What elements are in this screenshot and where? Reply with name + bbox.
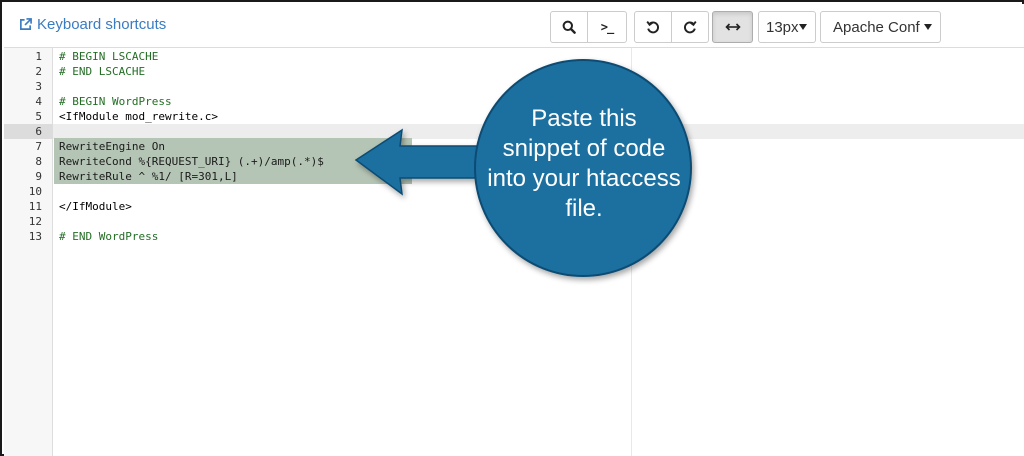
font-size-select[interactable]: 13px xyxy=(758,11,816,43)
code-line: RewriteCond %{REQUEST_URI} (.+)/amp(.*)$ xyxy=(59,155,324,168)
line-number: 8 xyxy=(35,155,42,168)
undo-button[interactable] xyxy=(634,11,672,43)
external-link-icon xyxy=(20,18,32,30)
horizontal-arrows-icon xyxy=(724,23,741,31)
redo-button[interactable] xyxy=(671,11,709,43)
code-line: # END WordPress xyxy=(59,230,159,243)
chevron-down-icon xyxy=(924,24,932,30)
language-mode-select[interactable]: Apache Conf xyxy=(820,11,941,43)
code-line: RewriteEngine On xyxy=(59,140,165,153)
editor-window: Keyboard shortcuts >_ 13px Apache Conf 1… xyxy=(0,0,1024,456)
undo-icon xyxy=(646,21,659,34)
line-number: 9 xyxy=(35,170,42,183)
redo-icon xyxy=(684,21,697,34)
line-number: 2 xyxy=(35,65,42,78)
callout-text: Paste this snippet of code into your hta… xyxy=(470,104,698,224)
search-button[interactable] xyxy=(550,11,588,43)
terminal-icon: >_ xyxy=(600,20,614,34)
terminal-button[interactable]: >_ xyxy=(587,11,627,43)
callout-line: snippet of code xyxy=(502,135,666,162)
code-line: # BEGIN WordPress xyxy=(59,95,172,108)
keyboard-shortcuts-link[interactable]: Keyboard shortcuts xyxy=(19,16,166,33)
line-number: 6 xyxy=(35,125,42,138)
wrap-toggle-button[interactable] xyxy=(712,11,753,43)
code-line: # BEGIN LSCACHE xyxy=(59,50,159,63)
line-number: 3 xyxy=(35,80,42,93)
line-number: 13 xyxy=(28,230,42,243)
line-number: 4 xyxy=(35,95,42,108)
search-icon xyxy=(562,20,576,34)
code-line: RewriteRule ^ %1/ [R=301,L] xyxy=(59,170,238,183)
line-number: 10 xyxy=(28,185,42,198)
font-size-value: 13px xyxy=(766,18,799,36)
callout-line: into your htaccess xyxy=(487,165,681,192)
line-number: 1 xyxy=(35,50,42,63)
keyboard-shortcuts-label: Keyboard shortcuts xyxy=(37,16,167,33)
line-number: 11 xyxy=(28,200,42,213)
chevron-down-icon xyxy=(799,24,807,30)
code-line: </IfModule> xyxy=(59,200,132,213)
line-number: 5 xyxy=(35,110,42,123)
line-number: 7 xyxy=(35,140,42,153)
callout-line: Paste this xyxy=(531,105,637,132)
callout-line: file. xyxy=(565,195,603,222)
language-mode-value: Apache Conf xyxy=(833,18,920,36)
code-line: <IfModule mod_rewrite.c> xyxy=(59,110,218,123)
editor-toolbar: Keyboard shortcuts >_ 13px Apache Conf xyxy=(4,4,1024,48)
line-number: 12 xyxy=(28,215,42,228)
code-line: # END LSCACHE xyxy=(59,65,146,78)
